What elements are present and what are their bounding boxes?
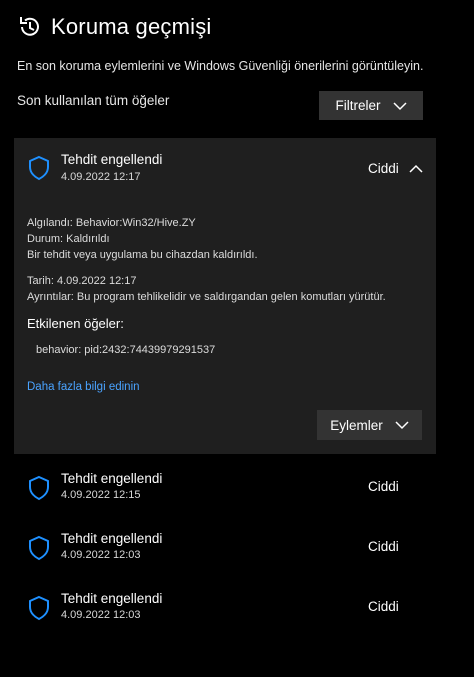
status-note: Bir tehdit veya uygulama bu cihazdan kal… [27,249,258,261]
chevron-up-icon[interactable] [409,164,423,173]
page-subtitle: En son koruma eylemlerini ve Windows Güv… [17,59,424,73]
affected-item: behavior: pid:2432:74439979291537 [36,344,216,356]
shield-icon [29,595,49,621]
threat-list-item[interactable]: Tehdit engellendi 4.09.2022 12:03 Ciddi [14,582,436,640]
shield-icon [29,475,49,501]
severity-label: Ciddi [368,539,399,554]
item-date: 4.09.2022 12:03 [61,609,141,621]
severity-label: Ciddi [368,479,399,494]
item-title: Tehdit engellendi [61,152,163,167]
history-icon [20,17,39,36]
item-title: Tehdit engellendi [61,591,163,606]
chevron-down-icon [392,101,407,110]
learn-more-link[interactable]: Daha fazla bilgi edinin [27,381,140,393]
severity-label: Ciddi [368,161,399,176]
page-title: Koruma geçmişi [51,14,212,39]
actions-button[interactable]: Eylemler [317,410,422,440]
details-line: Ayrıntılar: Bu program tehlikelidir ve s… [27,291,386,303]
affected-items-title: Etkilenen öğeler: [27,316,124,331]
filters-button-label: Filtreler [335,98,381,113]
item-title: Tehdit engellendi [61,531,163,546]
shield-icon [29,535,49,561]
date-line: Tarih: 4.09.2022 12:17 [27,275,137,287]
actions-button-label: Eylemler [330,417,383,433]
chevron-down-icon [395,421,409,430]
threat-list-item[interactable]: Tehdit engellendi 4.09.2022 12:15 Ciddi [14,462,436,520]
page-header: Koruma geçmişi [17,14,212,40]
item-date: 4.09.2022 12:15 [61,489,141,501]
status-line: Durum: Kaldırıldı [27,233,110,245]
severity-label: Ciddi [368,599,399,614]
shield-icon [29,155,49,181]
item-date: 4.09.2022 12:17 [61,171,141,183]
section-label: Son kullanılan tüm öğeler [17,93,170,108]
expanded-threat-card: Tehdit engellendi 4.09.2022 12:17 Ciddi … [14,138,436,454]
item-date: 4.09.2022 12:03 [61,549,141,561]
threat-list-item[interactable]: Tehdit engellendi 4.09.2022 12:03 Ciddi [14,522,436,580]
detected-line: Algılandı: Behavior:Win32/Hive.ZY [27,217,196,229]
item-title: Tehdit engellendi [61,471,163,486]
filters-button[interactable]: Filtreler [319,91,423,120]
expanded-item-header[interactable]: Tehdit engellendi 4.09.2022 12:17 Ciddi [14,138,436,198]
